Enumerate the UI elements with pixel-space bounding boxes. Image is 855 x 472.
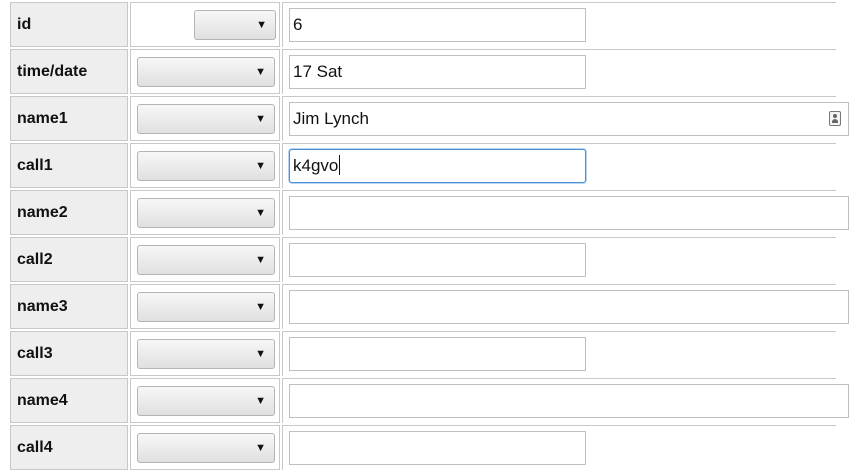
operator-select-name3[interactable]: ▼ bbox=[137, 291, 275, 322]
field-label-id: id bbox=[10, 2, 128, 47]
value-cell bbox=[282, 237, 836, 282]
name1-input-text: Jim Lynch bbox=[293, 109, 369, 128]
chevron-down-icon: ▼ bbox=[255, 65, 266, 78]
field-label-call4: call4 bbox=[10, 425, 128, 470]
chevron-down-icon: ▼ bbox=[255, 112, 266, 125]
field-label-name4: name4 bbox=[10, 378, 128, 423]
field-label-time-date: time/date bbox=[10, 49, 128, 94]
operator-cell: ▼ bbox=[130, 425, 280, 470]
operator-select-name4[interactable]: ▼ bbox=[137, 385, 275, 416]
value-cell bbox=[282, 190, 849, 235]
time-date-input[interactable]: 17 Sat bbox=[289, 55, 586, 89]
value-cell bbox=[282, 378, 849, 423]
value-cell: Jim Lynch bbox=[282, 96, 849, 141]
call3-input[interactable] bbox=[289, 337, 586, 371]
chevron-down-icon: ▼ bbox=[255, 159, 266, 172]
chevron-down-icon: ▼ bbox=[255, 206, 266, 219]
field-label-name1: name1 bbox=[10, 96, 128, 141]
operator-select-call3[interactable]: ▼ bbox=[137, 338, 275, 369]
operator-select-time-date[interactable]: ▼ bbox=[137, 56, 275, 87]
form-row-name1: name1 ▼ Jim Lynch bbox=[10, 96, 849, 141]
field-label-call2: call2 bbox=[10, 237, 128, 282]
form-row-call4: call4 ▼ bbox=[10, 425, 836, 470]
value-cell: k4gvo bbox=[282, 143, 836, 188]
field-label-call1: call1 bbox=[10, 143, 128, 188]
chevron-down-icon: ▼ bbox=[256, 18, 267, 31]
form-row-call3: call3 ▼ bbox=[10, 331, 836, 376]
operator-select-id[interactable]: ▼ bbox=[194, 9, 276, 40]
call1-input-text: k4gvo bbox=[293, 156, 339, 175]
value-cell: 17 Sat bbox=[282, 49, 836, 94]
contact-card-icon[interactable] bbox=[829, 111, 841, 126]
operator-cell: ▼ bbox=[130, 190, 280, 235]
text-caret bbox=[339, 155, 341, 175]
chevron-down-icon: ▼ bbox=[255, 300, 266, 313]
chevron-down-icon: ▼ bbox=[255, 253, 266, 266]
form-row-id: id ▼ 6 bbox=[10, 2, 836, 47]
operator-cell: ▼ bbox=[130, 49, 280, 94]
chevron-down-icon: ▼ bbox=[255, 394, 266, 407]
operator-cell: ▼ bbox=[130, 331, 280, 376]
chevron-down-icon: ▼ bbox=[255, 347, 266, 360]
operator-cell: ▼ bbox=[130, 143, 280, 188]
operator-cell: ▼ bbox=[130, 96, 280, 141]
value-cell bbox=[282, 425, 836, 470]
form-row-time-date: time/date ▼ 17 Sat bbox=[10, 49, 836, 94]
field-label-name2: name2 bbox=[10, 190, 128, 235]
form-row-name2: name2 ▼ bbox=[10, 190, 849, 235]
form-row-name3: name3 ▼ bbox=[10, 284, 849, 329]
call1-input[interactable]: k4gvo bbox=[289, 149, 586, 183]
name4-input[interactable] bbox=[289, 384, 849, 418]
value-cell bbox=[282, 331, 836, 376]
operator-cell: ▼ bbox=[130, 2, 280, 47]
operator-cell: ▼ bbox=[130, 237, 280, 282]
field-label-call3: call3 bbox=[10, 331, 128, 376]
record-form: id ▼ 6 time/date ▼ 17 Sat name1 ▼ Jim Ly… bbox=[8, 0, 855, 472]
operator-cell: ▼ bbox=[130, 284, 280, 329]
operator-select-call1[interactable]: ▼ bbox=[137, 150, 275, 181]
form-row-call2: call2 ▼ bbox=[10, 237, 836, 282]
value-cell: 6 bbox=[282, 2, 836, 47]
chevron-down-icon: ▼ bbox=[255, 441, 266, 454]
operator-select-name2[interactable]: ▼ bbox=[137, 197, 275, 228]
form-row-call1: call1 ▼ k4gvo bbox=[10, 143, 836, 188]
record-form-table: id ▼ 6 time/date ▼ 17 Sat name1 ▼ Jim Ly… bbox=[8, 0, 849, 472]
operator-select-name1[interactable]: ▼ bbox=[137, 103, 275, 134]
form-row-name4: name4 ▼ bbox=[10, 378, 849, 423]
name3-input[interactable] bbox=[289, 290, 849, 324]
name1-input[interactable]: Jim Lynch bbox=[289, 102, 849, 136]
operator-select-call4[interactable]: ▼ bbox=[137, 432, 275, 463]
call2-input[interactable] bbox=[289, 243, 586, 277]
field-label-name3: name3 bbox=[10, 284, 128, 329]
operator-cell: ▼ bbox=[130, 378, 280, 423]
id-input[interactable]: 6 bbox=[289, 8, 586, 42]
value-cell bbox=[282, 284, 849, 329]
operator-select-call2[interactable]: ▼ bbox=[137, 244, 275, 275]
name2-input[interactable] bbox=[289, 196, 849, 230]
call4-input[interactable] bbox=[289, 431, 586, 465]
